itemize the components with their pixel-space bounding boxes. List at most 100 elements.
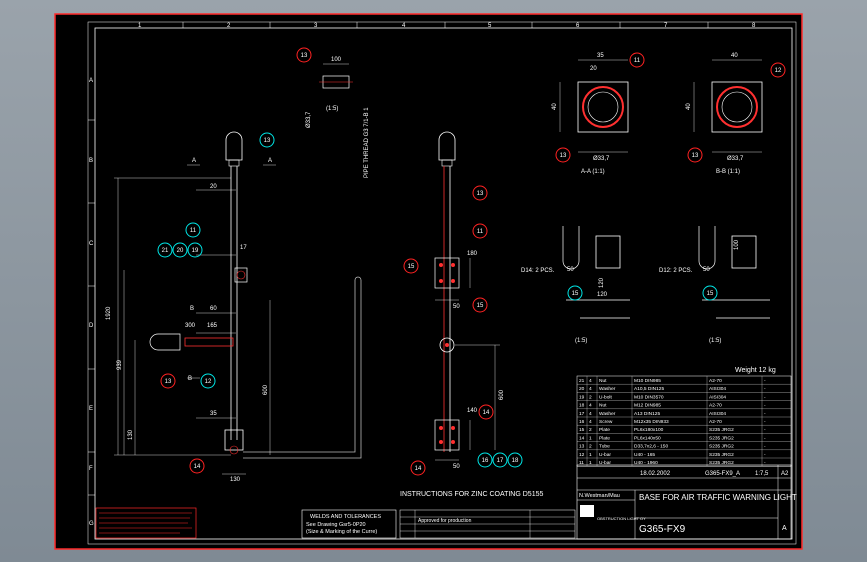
tb-title: BASE FOR AIR TRAFFIC WARNING LIGHT <box>639 493 797 502</box>
svg-text:17: 17 <box>497 458 504 464</box>
parts-cell: 15 <box>579 427 585 433</box>
dia12-note: D12: 2 PCS. <box>659 268 693 274</box>
dim-165: 165 <box>207 323 218 329</box>
parts-cell: U-bar <box>599 452 611 458</box>
cad-drawing-canvas[interactable]: 1 2 3 4 5 6 7 8 A B C D E F G 1920 939 1… <box>0 0 867 562</box>
parts-cell: 16 <box>579 419 585 425</box>
parts-cell: Washer <box>599 386 616 392</box>
section-a-left: A <box>192 158 196 164</box>
parts-cell: 2 <box>589 394 592 400</box>
parts-cell: U-bolt <box>599 394 612 400</box>
svg-text:11: 11 <box>477 229 484 235</box>
section-bb-label: B-B (1:1) <box>716 169 740 175</box>
parts-cell: 18 <box>579 403 585 409</box>
parts-cell: 17 <box>579 411 585 417</box>
svg-text:15: 15 <box>572 291 579 297</box>
tb-size: A2 <box>781 471 789 477</box>
dim-130-v: 130 <box>128 429 134 440</box>
dia14-note: D14: 2 PCS. <box>521 268 555 274</box>
weight-note: Weight 12 kg <box>735 367 776 374</box>
parts-cell: A2-70 <box>709 419 722 425</box>
revision-note: Approved for production <box>418 518 472 524</box>
tb-revision: A <box>782 525 787 532</box>
parts-cell: AISI304 <box>709 411 726 417</box>
svg-text:11: 11 <box>190 228 197 234</box>
dim-50-b: 50 <box>453 464 460 470</box>
dim-35-aa: 35 <box>597 53 604 59</box>
dim-35: 35 <box>210 411 217 417</box>
svg-text:13: 13 <box>264 138 271 144</box>
parts-cell: Nut <box>599 378 607 384</box>
tb-drawn: N.Westman/Mau <box>579 493 620 499</box>
parts-cell: M10 DIN985 <box>634 378 661 384</box>
svg-text:13: 13 <box>301 53 308 59</box>
svg-text:13: 13 <box>477 191 484 197</box>
row-B: B <box>89 158 93 164</box>
section-b-upper: B <box>190 306 194 312</box>
parts-cell: S235 JRG2 <box>709 452 734 458</box>
dim-40-aa: 40 <box>552 103 558 110</box>
parts-cell: 4 <box>589 419 592 425</box>
dim-180: 180 <box>467 251 478 257</box>
scale-label-left: (1:5) <box>575 338 587 344</box>
row-F: F <box>89 466 93 472</box>
parts-cell: AISI304 <box>709 394 726 400</box>
row-A: A <box>89 78 93 84</box>
parts-cell: 4 <box>589 386 592 392</box>
parts-cell: U40 - 165 <box>634 452 655 458</box>
row-D: D <box>89 323 94 329</box>
parts-cell: Plate <box>599 435 610 441</box>
parts-cell: 1 <box>589 452 592 458</box>
dim-60: 60 <box>210 306 217 312</box>
row-C: C <box>89 241 94 247</box>
tb-company: OBSTRUCTION LIGHT OY <box>597 516 646 521</box>
svg-text:18: 18 <box>512 458 519 464</box>
dim-600: 600 <box>263 384 269 395</box>
svg-text:21: 21 <box>162 248 169 254</box>
parts-cell: S235 JRG2 <box>709 427 734 433</box>
parts-cell: M12x35 DIN933 <box>634 419 669 425</box>
pipe-thread-note: PIPE THREAD G3 7/1-B 1 <box>364 107 370 178</box>
parts-cell: 1 <box>589 435 592 441</box>
section-b-lower: B <box>188 376 192 382</box>
parts-cell: D33,7x2,6 - 150 <box>634 444 668 450</box>
svg-text:15: 15 <box>477 303 484 309</box>
parts-cell: A10,5 DIN125 <box>634 386 664 392</box>
dim-140: 140 <box>467 408 478 414</box>
dim-dia-bb: Ø33,7 <box>727 156 744 162</box>
parts-cell: Tube <box>599 444 610 450</box>
svg-text:13: 13 <box>560 153 567 159</box>
dim-500: 600 <box>499 389 505 400</box>
parts-cell: AISI304 <box>709 386 726 392</box>
dim-dia-top: Ø33,7 <box>306 111 312 128</box>
dim-17: 17 <box>240 245 247 251</box>
dim-50-d: 50 <box>703 267 710 273</box>
tb-scale: 1:7,5 <box>755 471 769 477</box>
welds-line1: See Drawing Gsr5-0P20 <box>306 522 366 528</box>
parts-cell: A2-70 <box>709 403 722 409</box>
parts-cell: 2 <box>589 444 592 450</box>
parts-cell: 20 <box>579 386 585 392</box>
dim-20-aa: 20 <box>590 66 597 72</box>
row-G: G <box>89 521 94 527</box>
svg-text:15: 15 <box>408 264 415 270</box>
parts-cell: 14 <box>579 435 585 441</box>
dim-130-h: 130 <box>230 477 241 483</box>
dim-939: 939 <box>117 359 123 370</box>
dim-50-a: 50 <box>453 304 460 310</box>
row-E: E <box>89 406 93 412</box>
dim-1920: 1920 <box>106 306 112 320</box>
dim-300: 300 <box>185 323 196 329</box>
parts-cell: S235 JRG2 <box>709 435 734 441</box>
dim-100-r: 100 <box>734 239 740 250</box>
dim-50-c: 50 <box>567 267 574 273</box>
parts-cell: Washer <box>599 411 616 417</box>
parts-cell: 2 <box>589 427 592 433</box>
dim-120-a: 120 <box>599 277 605 288</box>
svg-text:12: 12 <box>205 379 212 385</box>
parts-cell: 4 <box>589 403 592 409</box>
svg-text:19: 19 <box>192 248 199 254</box>
tb-date: 18.02.2002 <box>640 471 671 477</box>
dim-120-b: 120 <box>597 292 608 298</box>
drawing-sheet <box>54 13 803 550</box>
